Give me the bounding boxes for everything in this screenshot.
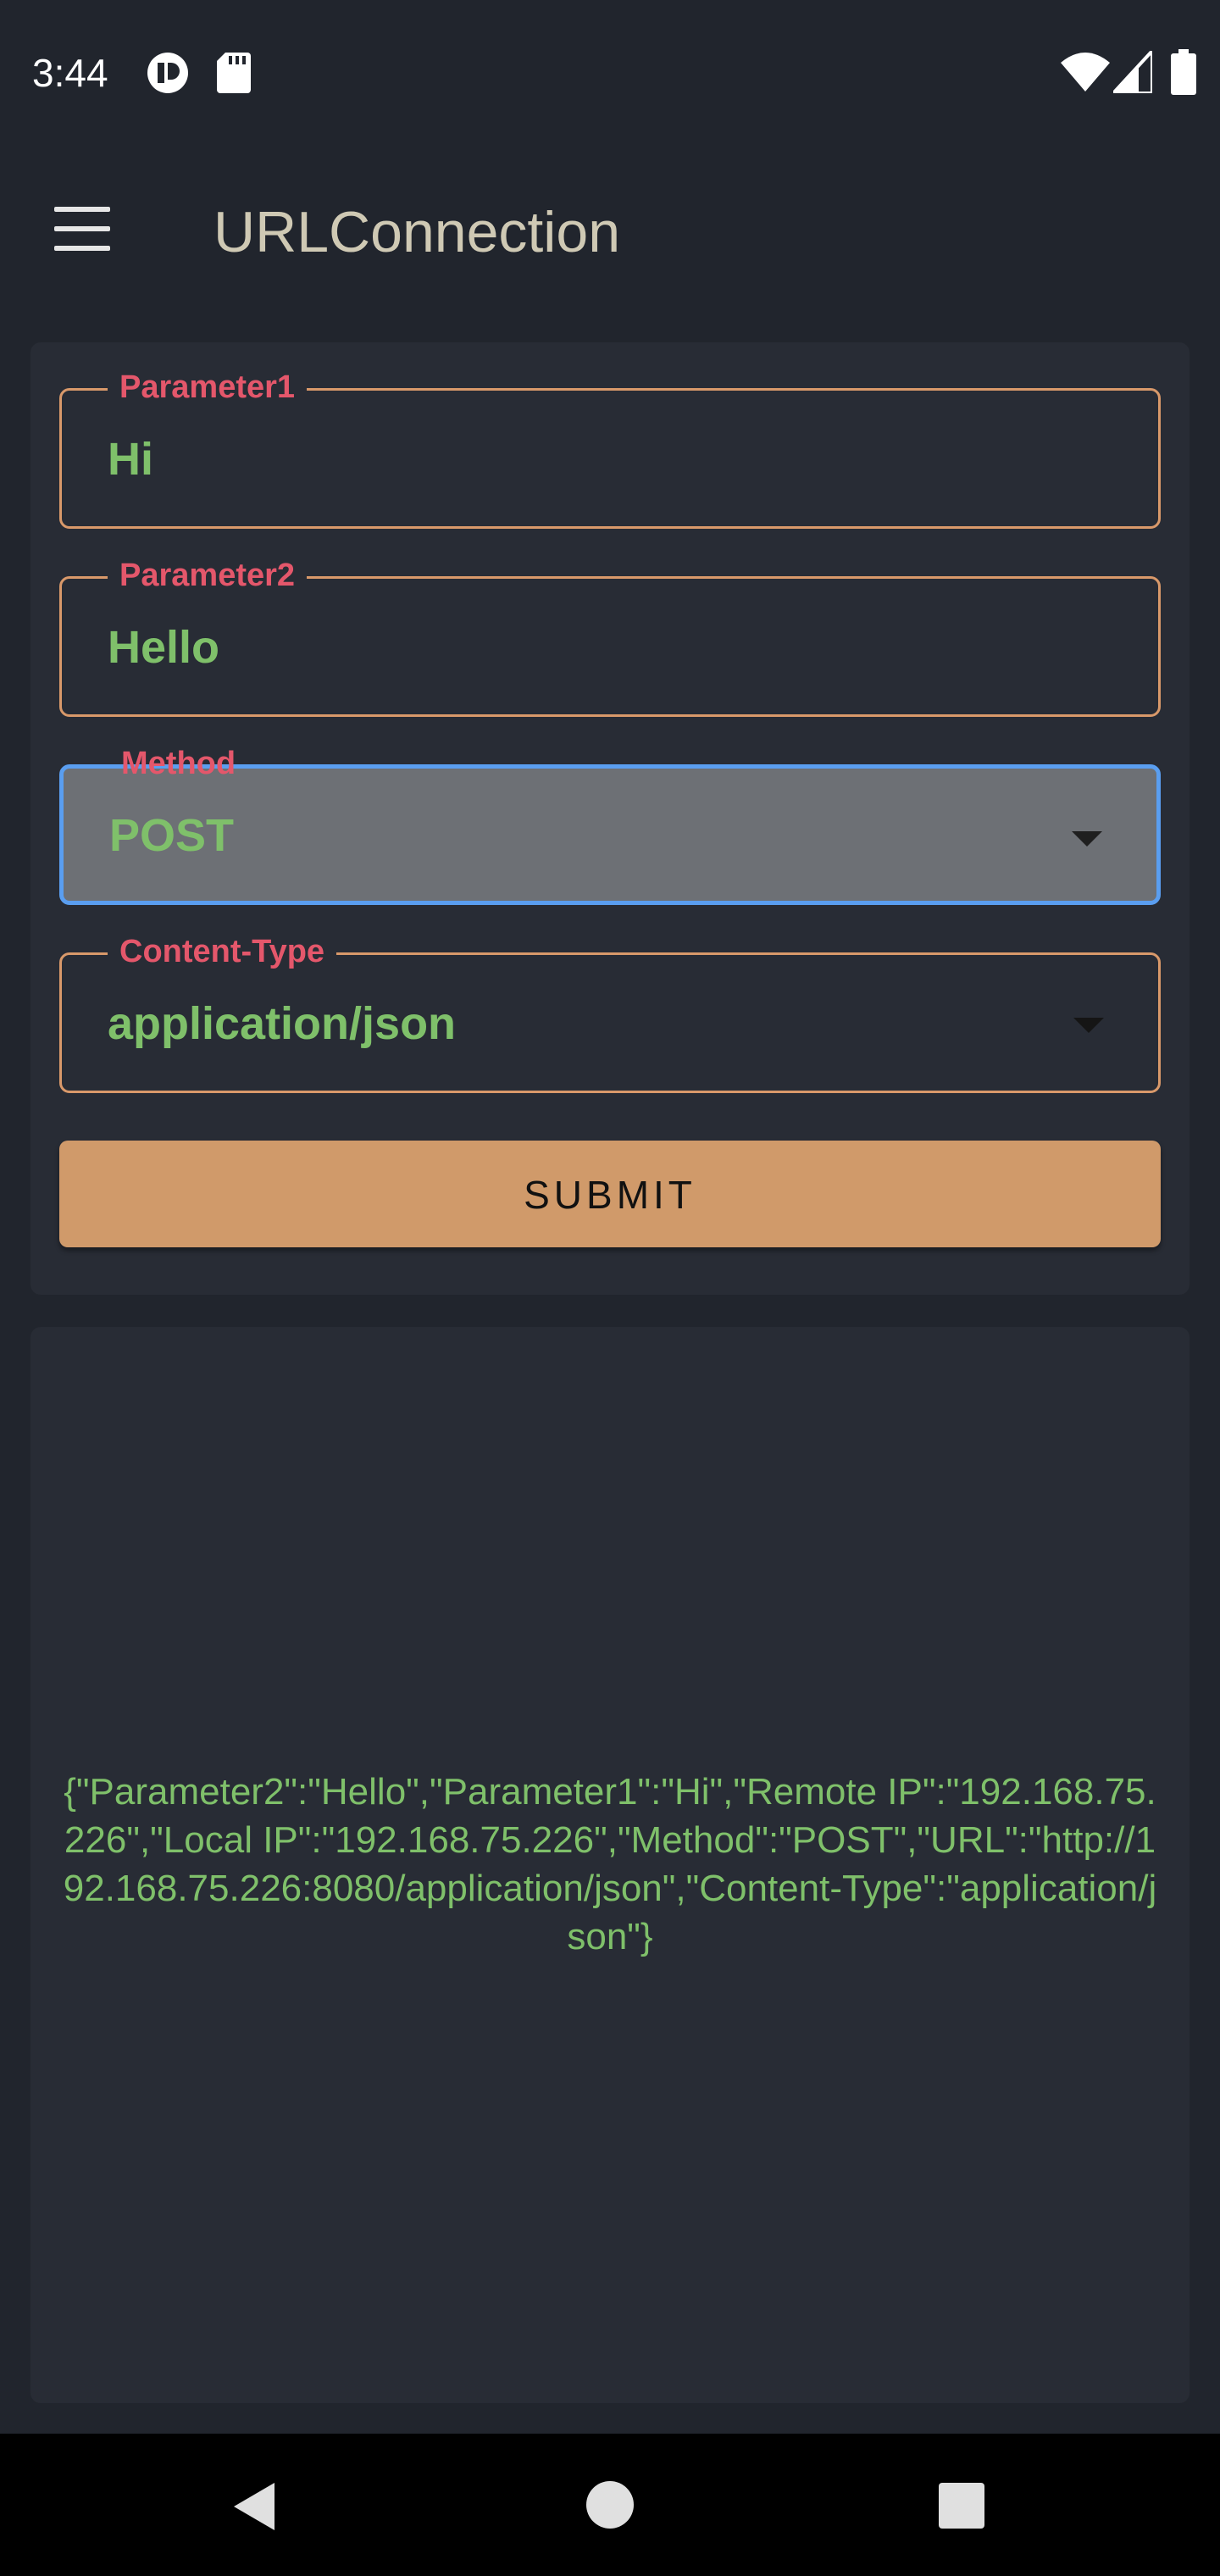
status-bar: 3:44 [0, 0, 1220, 144]
parameter1-value: Hi [108, 434, 153, 485]
parameter2-field[interactable]: Parameter2 Hello [59, 557, 1161, 717]
battery-icon [1171, 49, 1196, 95]
parameter2-value: Hello [108, 622, 220, 673]
wifi-icon [1061, 53, 1110, 92]
recents-icon[interactable] [939, 2483, 984, 2529]
status-time: 3:44 [32, 51, 108, 95]
chevron-down-icon [1073, 1018, 1104, 1033]
method-dropdown[interactable]: Method POST [59, 746, 1161, 905]
cellular-signal-icon [1113, 51, 1152, 93]
app-title: URLConnection [214, 200, 621, 264]
method-label: Method [121, 746, 236, 781]
menu-icon[interactable] [54, 207, 110, 251]
content-type-value: application/json [108, 998, 457, 1049]
back-icon[interactable] [234, 2483, 274, 2530]
parameter2-label: Parameter2 [108, 557, 308, 594]
method-value: POST [109, 810, 235, 861]
submit-button[interactable]: SUBMIT [59, 1141, 1161, 1247]
content-type-dropdown[interactable]: Content-Type application/json [59, 933, 1161, 1093]
parameter1-field[interactable]: Parameter1 Hi [59, 369, 1161, 529]
response-card: {"Parameter2":"Hello","Parameter1":"Hi",… [30, 1327, 1190, 2403]
parameter1-label: Parameter1 [108, 369, 308, 406]
response-text: {"Parameter2":"Hello","Parameter1":"Hi",… [63, 1771, 1157, 1957]
home-icon[interactable] [586, 2481, 634, 2529]
content-type-label: Content-Type [108, 933, 337, 970]
chevron-down-icon [1072, 831, 1102, 847]
app-notification-icon [147, 53, 188, 93]
submit-label: SUBMIT [524, 1173, 696, 1217]
sd-card-icon [217, 53, 251, 93]
